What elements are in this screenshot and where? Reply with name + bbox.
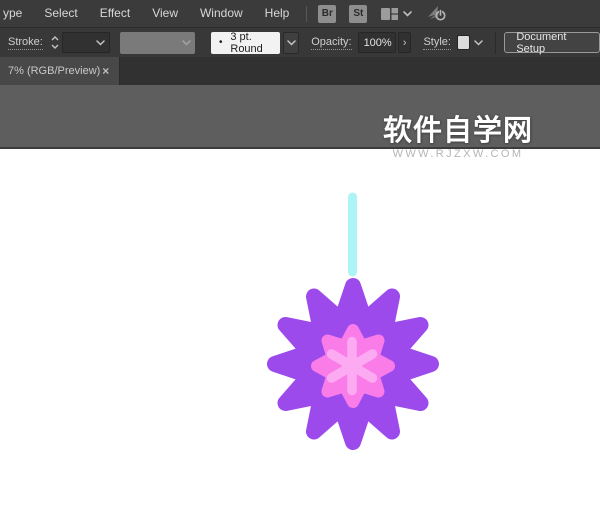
artboard-canvas[interactable] <box>0 149 600 516</box>
menubar-divider <box>306 6 307 22</box>
opacity-field[interactable]: 100% <box>358 32 397 53</box>
opacity-value: 100% <box>364 37 392 49</box>
illustrator-window: ype Select Effect View Window Help Br St <box>0 0 600 516</box>
menu-bar: ype Select Effect View Window Help Br St <box>0 0 600 27</box>
opacity-label[interactable]: Opacity: <box>311 36 351 50</box>
brush-preview-dot: • <box>211 37 230 48</box>
chevron-down-icon <box>177 40 195 46</box>
menu-select[interactable]: Select <box>33 0 88 27</box>
gpu-performance-icon[interactable] <box>426 5 448 22</box>
stroke-weight-stepper[interactable] <box>49 33 60 53</box>
menu-type[interactable]: ype <box>0 0 33 27</box>
menu-help[interactable]: Help <box>254 0 301 27</box>
document-tab[interactable]: 7% (RGB/Preview) × <box>0 57 120 85</box>
brush-definition-chevron-button[interactable] <box>283 32 299 54</box>
style-swatch[interactable] <box>457 35 470 50</box>
document-tab-label: 7% (RGB/Preview) <box>8 65 100 77</box>
style-label[interactable]: Style: <box>423 36 451 50</box>
stepper-up-icon[interactable] <box>51 36 59 41</box>
menu-window[interactable]: Window <box>189 0 254 27</box>
stroke-label[interactable]: Stroke: <box>8 36 43 50</box>
pasteboard-band <box>0 85 600 149</box>
control-bar: Stroke: • 3 pt. Round Opacity: 100% › St… <box>0 27 600 57</box>
workspace-switcher-icon[interactable] <box>381 8 398 20</box>
opacity-more-button[interactable]: › <box>398 32 411 53</box>
tab-close-icon[interactable]: × <box>100 63 111 79</box>
menu-view[interactable]: View <box>141 0 189 27</box>
controlbar-divider <box>495 32 496 54</box>
chevron-down-icon <box>96 40 105 46</box>
artwork <box>0 149 600 516</box>
brushes-panel-button[interactable]: Br <box>318 5 336 23</box>
document-tab-bar: 7% (RGB/Preview) × <box>0 57 600 85</box>
brush-definition-combo[interactable]: • 3 pt. Round <box>211 32 280 54</box>
graphic-styles-panel-button[interactable]: St <box>349 5 367 23</box>
width-profile-dropdown <box>120 32 195 54</box>
chevron-down-icon <box>287 40 296 46</box>
chevron-down-icon <box>474 40 483 46</box>
document-setup-button[interactable]: Document Setup <box>504 32 600 53</box>
style-chevron-button[interactable] <box>474 40 483 46</box>
menu-effect[interactable]: Effect <box>89 0 141 27</box>
brush-definition-value: 3 pt. Round <box>230 31 280 55</box>
width-profile-value <box>120 32 177 54</box>
workspace-chevron-down-icon[interactable] <box>403 11 412 17</box>
stroke-weight-dropdown[interactable] <box>62 32 110 53</box>
stepper-down-icon[interactable] <box>51 44 59 49</box>
